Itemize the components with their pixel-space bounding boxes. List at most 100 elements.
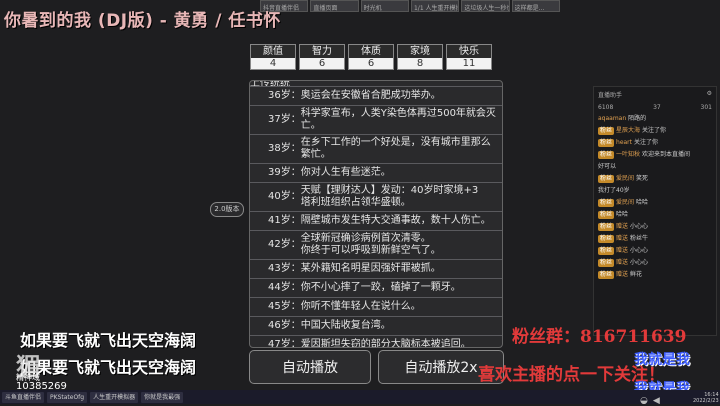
event-age: 47岁： xyxy=(268,339,301,348)
fan-group-number: 粉丝群：816711639 xyxy=(512,327,687,347)
chat-username[interactable]: 爱民间 xyxy=(616,175,634,182)
chat-username[interactable]: 赠送 xyxy=(616,223,628,230)
stat-box: 颜值 4 xyxy=(250,44,296,70)
stat-value: 4 xyxy=(269,58,277,69)
event-age: 38岁： xyxy=(268,143,301,154)
taskbar-app[interactable]: 人生重开模拟器 xyxy=(90,391,139,403)
chat-message: 粉丝 赠送 小心心 xyxy=(594,257,716,269)
chat-text: 鲜花 xyxy=(630,271,643,278)
chat-username[interactable]: heart xyxy=(616,139,632,146)
event-text: 你听不懂年轻人在说什么。 xyxy=(300,301,421,312)
chat-username[interactable]: 星辰大海 xyxy=(616,127,640,134)
chat-message: 粉丝 一叶知秋 欢迎来到本直播间 xyxy=(594,149,716,161)
gift-count: 301 xyxy=(700,104,712,111)
stat-value: 6 xyxy=(318,58,326,69)
chat-message: 粉丝 爱民间 笑死 xyxy=(594,173,716,185)
fan-badge: 粉丝 xyxy=(598,247,615,255)
chat-username[interactable]: 赠送 xyxy=(616,259,628,266)
event-text: 在乡下工作的一个好处是，没有城市里那么繁忙。 xyxy=(300,137,491,160)
fan-badge: 粉丝 xyxy=(598,235,615,243)
taskbar-app[interactable]: 斗鱼直播伴侣 xyxy=(2,391,45,403)
browser-tab-strip: 抖音直播伴侣直播页面时光机1/1 人生重开模拟器这垃圾人生一秒也不想待了这样都是… xyxy=(260,0,560,14)
chat-message: 粉丝 赠送 粉丝牛 xyxy=(594,233,716,245)
stat-label: 颜值 xyxy=(251,45,295,58)
chat-message-list: aqaaman 陌路的 粉丝 星辰大海 关注了你 粉丝 heart 关注了你 粉丝 一叶知秋 欢迎来… xyxy=(594,113,716,281)
event-row: 39岁： 你对人生有些迷茫。 xyxy=(250,164,502,183)
fan-badge: 粉丝 xyxy=(598,211,615,219)
chat-counts: 6108 37 301 xyxy=(594,102,716,113)
chat-message: 粉丝 星辰大海 关注了你 xyxy=(594,125,716,137)
event-row: 41岁： 隔壁城市发生特大交通事故，数十人伤亡。 xyxy=(250,212,502,231)
stat-box: 家境 8 xyxy=(397,44,443,70)
stat-box: 快乐 11 xyxy=(446,44,492,70)
event-age: 46岁： xyxy=(268,320,301,331)
clock-date: 2022/2/23 xyxy=(693,398,719,404)
taskbar-app[interactable]: 你就是我最强 xyxy=(141,391,184,403)
browser-tab[interactable]: 直播页面 xyxy=(310,0,359,12)
chat-message: 粉丝 heart 关注了你 xyxy=(594,137,716,149)
chat-header: 直播助手 ⚙ xyxy=(594,87,716,102)
event-text: 你不小心摔了一跤，磕掉了一颗牙。 xyxy=(300,282,461,293)
fan-badge: 粉丝 xyxy=(598,139,615,147)
chat-text: 哈哈 xyxy=(616,211,629,218)
auto-play-button[interactable]: 自动播放 xyxy=(249,350,371,384)
stat-box: 智力 6 xyxy=(299,44,345,70)
event-age: 40岁： xyxy=(268,191,301,202)
fan-badge: 粉丝 xyxy=(598,271,615,279)
event-row: 38岁： 在乡下工作的一个好处是，没有城市里那么繁忙。 xyxy=(250,135,502,164)
chat-text: 小心心 xyxy=(630,259,649,266)
chat-message: 我打了40岁 xyxy=(594,185,716,197)
event-row: 43岁： 某外籍知名明星因强奸罪被抓。 xyxy=(250,260,502,279)
chat-message: 粉丝 爱民间 哈哈 xyxy=(594,197,716,209)
overlay-text: 我就是我 xyxy=(634,352,690,368)
event-text: 全球新冠确诊病例首次清零。 你终于可以呼吸到新鲜空气了。 xyxy=(300,233,441,256)
chat-panel[interactable]: 直播助手 ⚙ 6108 37 301 aqaaman 陌路的 粉丝 星辰大海 关注了你粉… xyxy=(593,86,717,336)
chat-username[interactable]: 一叶知秋 xyxy=(616,151,640,158)
taskbar: 斗鱼直播伴侣 PKStateOfg 人生重开模拟器 你就是我最强 ◒ ◀ 16:14 … xyxy=(0,390,720,406)
chat-username[interactable]: 赠送 xyxy=(616,235,628,242)
settings-icon[interactable]: ⚙ xyxy=(707,90,712,99)
browser-tab[interactable]: 这样都是... xyxy=(511,0,560,12)
event-age: 43岁： xyxy=(268,263,301,274)
event-age: 36岁： xyxy=(268,90,301,101)
taskbar-app[interactable]: PKStateOfg xyxy=(47,391,88,403)
stat-label: 体质 xyxy=(349,45,393,58)
chat-text: 我打了40岁 xyxy=(598,187,630,194)
version-button[interactable]: 2.0版本 xyxy=(210,202,244,217)
fan-badge: 粉丝 xyxy=(598,223,615,231)
fan-badge: 粉丝 xyxy=(598,259,615,267)
stat-label: 快乐 xyxy=(447,45,491,58)
browser-tab[interactable]: 1/1 人生重开模拟器 xyxy=(410,0,460,12)
event-text: 你对人生有些迷茫。 xyxy=(300,167,391,178)
chat-username[interactable]: aqaaman xyxy=(598,115,626,122)
event-age: 41岁： xyxy=(268,215,301,226)
chat-username[interactable]: 赠送 xyxy=(616,271,628,278)
chat-message: 粉丝 哈哈 xyxy=(594,209,716,221)
attribute-panel: 颜值 4 智力 6 体质 6 家境 8 快乐 11 xyxy=(250,44,492,70)
fan-badge: 粉丝 xyxy=(598,151,615,159)
lyric-line: 如果要飞就飞出天空海阔 xyxy=(20,331,197,350)
event-text: 奥运会在安徽省合肥成功举办。 xyxy=(300,90,441,101)
chat-text: 小心心 xyxy=(630,247,649,254)
event-age: 37岁： xyxy=(268,114,301,125)
event-row: 37岁： 科学家宣布，人类Y染色体再过500年就会灭亡。 xyxy=(250,106,502,135)
stat-box: 体质 6 xyxy=(348,44,394,70)
life-events-list[interactable]: 上传统统 36岁： 奥运会在安徽省合肥成功举办。 37岁： 科学家宣布，人类Y染色体再过… xyxy=(249,80,503,348)
chat-text: 好可以 xyxy=(598,163,617,170)
browser-tab[interactable]: 这垃圾人生一秒也不想待了 xyxy=(461,0,510,12)
chat-username[interactable]: 爱民间 xyxy=(616,199,634,206)
chat-title: 直播助手 xyxy=(598,92,623,99)
fan-badge: 粉丝 xyxy=(598,175,615,183)
system-clock: 16:14 2022/2/23 xyxy=(693,392,719,404)
network-icon[interactable]: ◒ xyxy=(640,396,648,406)
volume-icon[interactable]: ◀ xyxy=(653,396,660,406)
event-text: 隔壁城市发生特大交通事故，数十人伤亡。 xyxy=(300,215,491,226)
event-text: 天赋【理财达人】发动：40岁时家境+3 塔利班组织占领华盛顿。 xyxy=(300,185,479,208)
browser-tab[interactable]: 时光机 xyxy=(360,0,409,12)
event-age: 39岁： xyxy=(268,167,301,178)
chat-message: 粉丝 赠送 鲜花 xyxy=(594,269,716,281)
chat-username[interactable]: 赠送 xyxy=(616,247,628,254)
stat-value: 6 xyxy=(367,58,375,69)
stat-value: 8 xyxy=(416,58,424,69)
chat-text: 小心心 xyxy=(630,223,649,230)
